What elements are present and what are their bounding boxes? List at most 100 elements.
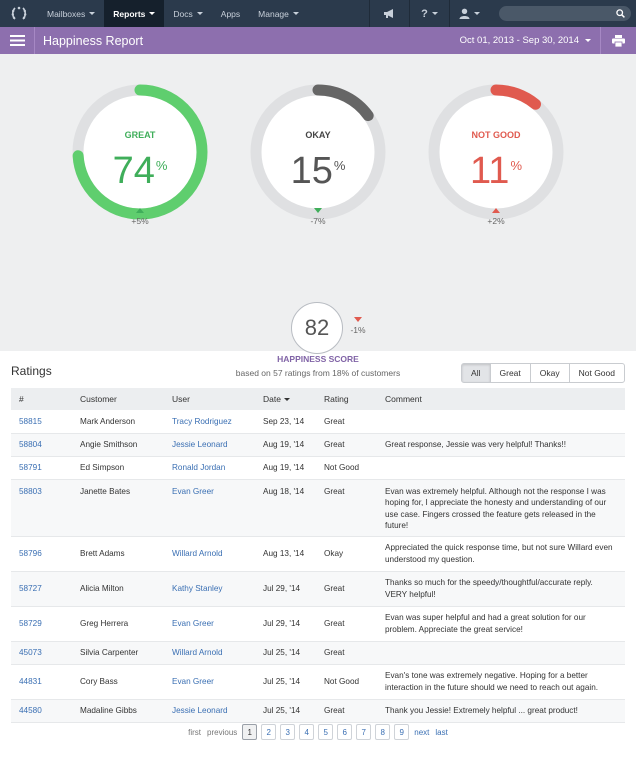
- customer-name: Mark Anderson: [72, 410, 164, 434]
- user-link[interactable]: Kathy Stanley: [172, 584, 223, 593]
- megaphone-icon[interactable]: [369, 0, 409, 27]
- trend-down-icon: [314, 208, 322, 213]
- customer-name: Ed Simpson: [72, 456, 164, 480]
- print-button[interactable]: [600, 27, 636, 54]
- rating-date: Aug 13, '14: [255, 536, 316, 572]
- hamburger-menu-button[interactable]: [0, 27, 35, 54]
- nav-item-mailboxes[interactable]: Mailboxes: [38, 0, 104, 27]
- rating-id-link[interactable]: 58727: [19, 584, 42, 593]
- gauge-number: 15: [290, 150, 333, 192]
- pagination-page-6[interactable]: 6: [337, 724, 353, 740]
- table-header-row: # Customer User Date Rating Comment: [11, 388, 625, 410]
- rating-comment: Great response, Jessie was very helpful!…: [377, 433, 625, 457]
- rating-comment: Evan was super helpful and had a great s…: [377, 606, 625, 642]
- rating-id-link[interactable]: 58791: [19, 463, 42, 472]
- chevron-down-icon: [89, 12, 96, 15]
- nav-item-reports[interactable]: Reports: [104, 0, 165, 27]
- rating-value: Great: [316, 410, 377, 434]
- chevron-down-icon: [292, 12, 299, 15]
- user-link[interactable]: Ronald Jordan: [172, 463, 225, 472]
- table-row: 58804 Angie Smithson Jessie Leonard Aug 19,…: [11, 433, 625, 457]
- rating-value: Not Good: [316, 664, 377, 700]
- nav-item-docs[interactable]: Docs: [164, 0, 211, 27]
- rating-date: Jul 25, '14: [255, 699, 316, 723]
- nav-item-label: Apps: [220, 8, 241, 19]
- date-range-picker[interactable]: Oct 01, 2013 - Sep 30, 2014: [460, 27, 591, 54]
- pagination-page-5[interactable]: 5: [318, 724, 334, 740]
- page-header: Happiness Report Oct 01, 2013 - Sep 30, …: [0, 27, 636, 54]
- filter-all-button[interactable]: All: [461, 363, 491, 383]
- cell-id: 58791: [11, 456, 72, 480]
- rating-date: Jul 29, '14: [255, 571, 316, 607]
- nav-item-label: Manage: [258, 8, 289, 19]
- rating-id-link[interactable]: 58804: [19, 440, 42, 449]
- rating-id-link[interactable]: 58803: [19, 487, 42, 496]
- customer-name: Alicia Milton: [72, 571, 164, 607]
- gauge-change-value: +5%: [131, 216, 149, 226]
- user-link[interactable]: Jessie Leonard: [172, 706, 228, 715]
- gauge-label: OKAY: [305, 130, 331, 140]
- user-link[interactable]: Jessie Leonard: [172, 440, 228, 449]
- gauge-okay: OKAY 15% -7%: [246, 80, 390, 226]
- cell-id: 58804: [11, 433, 72, 457]
- nav-item-apps[interactable]: Apps: [212, 0, 249, 27]
- nav-item-label: Reports: [113, 8, 146, 19]
- cell-id: 44831: [11, 664, 72, 700]
- table-row: 58727 Alicia Milton Kathy Stanley Jul 29, '…: [11, 571, 625, 607]
- filter-okay-button[interactable]: Okay: [529, 363, 570, 383]
- cell-user: Evan Greer: [164, 479, 255, 537]
- user-link[interactable]: Willard Arnold: [172, 648, 223, 657]
- rating-id-link[interactable]: 44831: [19, 677, 42, 686]
- pagination-next[interactable]: next: [414, 728, 429, 737]
- rating-comment: [377, 456, 625, 480]
- pagination-page-7[interactable]: 7: [356, 724, 372, 740]
- help-menu[interactable]: ?: [409, 0, 449, 27]
- pagination-page-2[interactable]: 2: [261, 724, 277, 740]
- rating-value: Great: [316, 606, 377, 642]
- user-link[interactable]: Evan Greer: [172, 677, 214, 686]
- customer-name: Greg Herrera: [72, 606, 164, 642]
- ratings-title: Ratings: [11, 364, 52, 378]
- rating-id-link[interactable]: 58796: [19, 549, 42, 558]
- rating-value: Great: [316, 641, 377, 665]
- pagination-page-4[interactable]: 4: [299, 724, 315, 740]
- user-link[interactable]: Evan Greer: [172, 487, 214, 496]
- user-menu[interactable]: [449, 0, 489, 27]
- pagination-page-3[interactable]: 3: [280, 724, 296, 740]
- table-row: 45073 Silvia Carpenter Willard Arnold Jul 2…: [11, 641, 625, 665]
- rating-id-link[interactable]: 58729: [19, 619, 42, 628]
- pagination-page-1[interactable]: 1: [242, 724, 258, 740]
- filter-great-button[interactable]: Great: [489, 363, 531, 383]
- rating-date: Aug 19, '14: [255, 456, 316, 480]
- rating-id-link[interactable]: 45073: [19, 648, 42, 657]
- search-input[interactable]: [499, 6, 631, 21]
- user-link[interactable]: Willard Arnold: [172, 549, 223, 558]
- rating-value: Great: [316, 433, 377, 457]
- pagination-page-8[interactable]: 8: [375, 724, 391, 740]
- pagination-page-9[interactable]: 9: [394, 724, 410, 740]
- rating-value: Great: [316, 479, 377, 537]
- user-link[interactable]: Evan Greer: [172, 619, 214, 628]
- rating-value: Great: [316, 571, 377, 607]
- search-icon[interactable]: [616, 9, 625, 18]
- customer-name: Cory Bass: [72, 664, 164, 700]
- column-header-date[interactable]: Date: [255, 388, 316, 410]
- user-link[interactable]: Tracy Rodriguez: [172, 417, 232, 426]
- column-header-customer: Customer: [72, 388, 164, 410]
- nav-item-manage[interactable]: Manage: [249, 0, 308, 27]
- rating-value: Okay: [316, 536, 377, 572]
- rating-date: Jul 25, '14: [255, 664, 316, 700]
- pagination-last[interactable]: last: [435, 728, 447, 737]
- chevron-down-icon: [196, 12, 203, 15]
- customer-name: Angie Smithson: [72, 433, 164, 457]
- wreath-logo-icon[interactable]: [0, 0, 38, 27]
- cell-id: 58796: [11, 536, 72, 572]
- cell-user: Evan Greer: [164, 606, 255, 642]
- rating-id-link[interactable]: 44580: [19, 706, 42, 715]
- chevron-down-icon: [585, 39, 591, 42]
- gauge-change-value: -7%: [310, 216, 326, 226]
- rating-id-link[interactable]: 58815: [19, 417, 42, 426]
- customer-name: Silvia Carpenter: [72, 641, 164, 665]
- filter-not-good-button[interactable]: Not Good: [568, 363, 625, 383]
- nav-item-label: Docs: [173, 8, 193, 19]
